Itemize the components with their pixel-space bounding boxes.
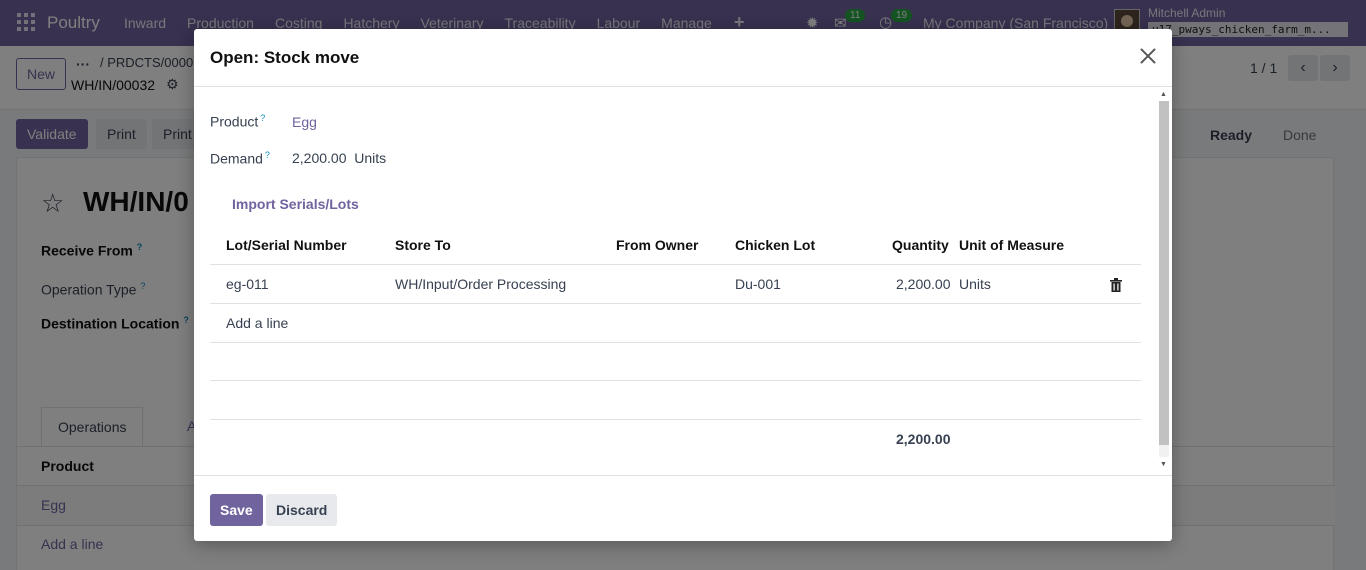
cell-uom[interactable]: Units <box>959 276 991 292</box>
column-chicken-lot[interactable]: Chicken Lot <box>735 227 815 264</box>
help-icon[interactable]: ? <box>265 150 270 160</box>
save-button[interactable]: Save <box>210 494 263 526</box>
demand-field-label: Demand? <box>210 150 270 167</box>
add-line-link[interactable]: Add a line <box>226 315 288 331</box>
dialog-scrollbar[interactable]: ▲ ▼ <box>1158 89 1170 475</box>
column-store-to[interactable]: Store To <box>395 227 451 264</box>
empty-row <box>210 381 1141 419</box>
cell-chicken-lot[interactable]: Du-001 <box>735 276 781 292</box>
demand-quantity: 2,200.00 <box>292 150 347 166</box>
add-line-row: Add a line <box>210 305 1141 343</box>
column-from-owner[interactable]: From Owner <box>616 227 698 264</box>
table-footer-divider <box>210 419 1141 420</box>
dialog-title: Open: Stock move <box>210 48 360 67</box>
demand-uom: Units <box>354 150 387 166</box>
stock-move-dialog: Open: Stock move Product? Egg Demand? 2,… <box>194 29 1172 541</box>
empty-row <box>210 343 1141 381</box>
scrollbar-thumb[interactable] <box>1159 101 1169 445</box>
help-icon[interactable]: ? <box>260 113 265 123</box>
cell-quantity[interactable]: 2,200.00 <box>896 276 951 292</box>
column-quantity[interactable]: Quantity <box>892 227 949 264</box>
product-label-text: Product <box>210 113 259 130</box>
import-serials-button[interactable]: Import Serials/Lots <box>232 196 359 212</box>
quantity-total: 2,200.00 <box>896 431 951 447</box>
demand-label-text: Demand <box>210 150 263 167</box>
trash-icon[interactable] <box>1110 278 1122 292</box>
dialog-header: Open: Stock move <box>194 29 1172 87</box>
table-row[interactable]: eg-011 WH/Input/Order Processing Du-001 … <box>210 265 1141 304</box>
product-field-value[interactable]: Egg <box>292 114 317 130</box>
scroll-up-icon[interactable]: ▲ <box>1160 91 1167 98</box>
close-icon[interactable] <box>1138 46 1158 66</box>
discard-button[interactable]: Discard <box>266 494 338 526</box>
cell-store-to[interactable]: WH/Input/Order Processing <box>395 276 566 292</box>
dialog-body: Product? Egg Demand? 2,200.00 Units Impo… <box>194 87 1172 475</box>
column-unit-of-measure[interactable]: Unit of Measure <box>959 227 1064 264</box>
product-field-label: Product? <box>210 113 265 130</box>
column-lot-serial[interactable]: Lot/Serial Number <box>226 227 347 264</box>
dialog-footer: Save Discard <box>194 475 1172 541</box>
demand-field-value: 2,200.00 Units <box>292 150 386 166</box>
scroll-down-icon[interactable]: ▼ <box>1160 461 1167 468</box>
cell-lot[interactable]: eg-011 <box>226 276 269 292</box>
